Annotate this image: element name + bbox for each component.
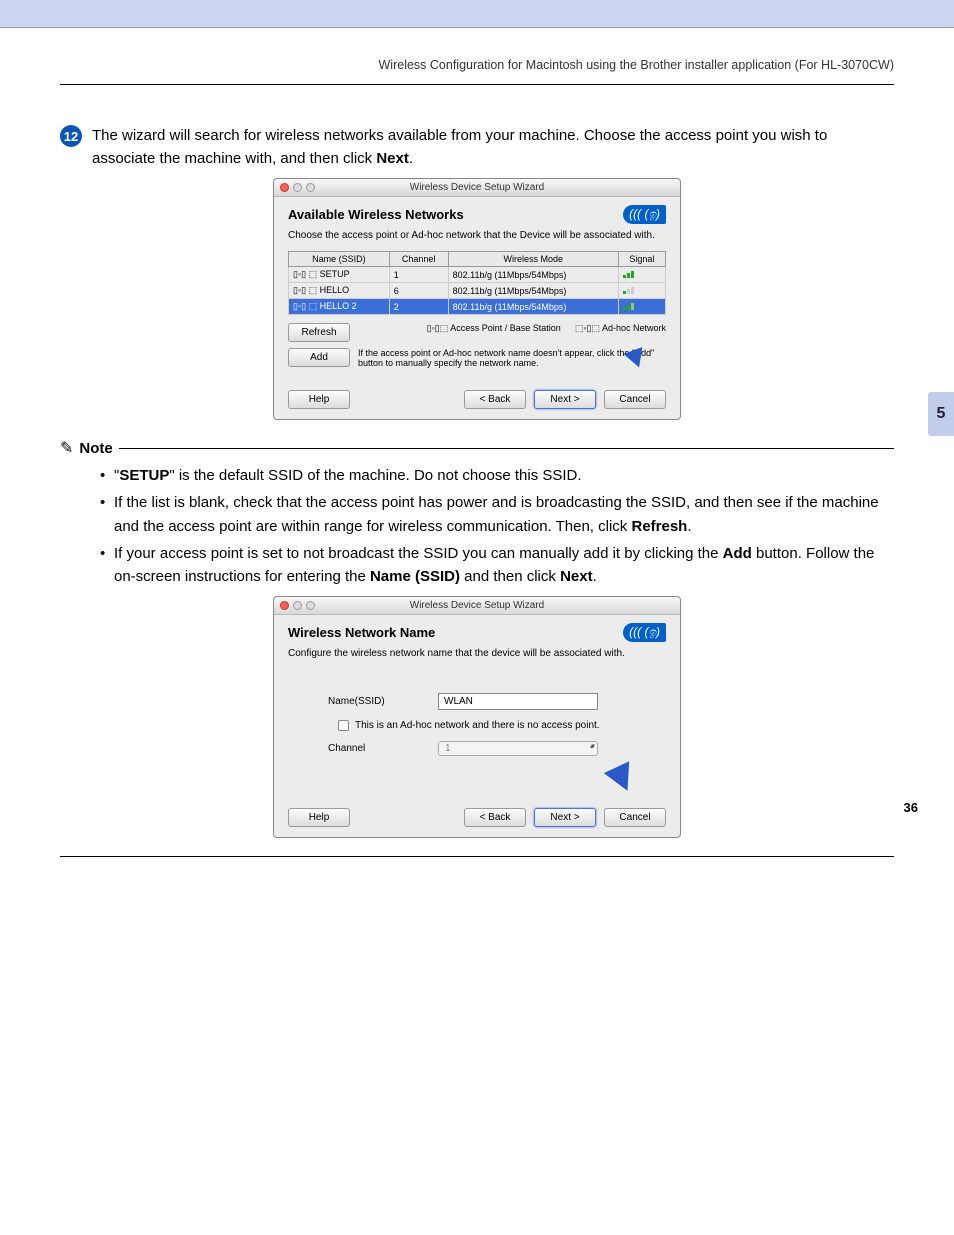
col-ssid: Name (SSID) [289,252,390,267]
next-button[interactable]: Next > [534,808,596,827]
refresh-button[interactable]: Refresh [288,323,350,342]
back-button[interactable]: < Back [464,390,526,409]
wifi-logo-icon: ((( (ඉ) [623,623,666,642]
page-number: 36 [904,800,918,815]
step-text-next: Next [376,150,409,167]
cancel-button[interactable]: Cancel [604,808,666,827]
list-item: If the list is blank, check that the acc… [100,491,894,538]
available-networks-dialog: Wireless Device Setup Wizard Available W… [273,178,681,420]
step-text: The wizard will search for wireless netw… [92,125,894,170]
col-mode: Wireless Mode [448,252,618,267]
channel-select[interactable]: 1 [438,741,598,756]
channel-row: Channel 1 [328,741,666,756]
add-hint: If the access point or Ad-hoc network na… [358,348,666,368]
dialog-subtitle: Choose the access point or Ad-hoc networ… [288,230,666,241]
wifi-logo-icon: ((( (ඉ) [623,205,666,224]
col-signal: Signal [618,252,665,267]
signal-icon [623,286,634,294]
add-button[interactable]: Add [288,348,350,367]
step-12: 12 The wizard will search for wireless n… [60,125,894,170]
dialog-titlebar: Wireless Device Setup Wizard [274,179,680,197]
step-text-pre: The wizard will search for wireless netw… [92,127,827,167]
dialog-subtitle: Configure the wireless network name that… [288,648,666,659]
next-button[interactable]: Next > [534,390,596,409]
table-row[interactable]: ▯◦▯ ⬚ SETUP 1 802.11b/g (11Mbps/54Mbps) [289,267,666,283]
dialog-heading: Wireless Network Name [288,625,435,640]
help-button[interactable]: Help [288,390,350,409]
list-item: "SETUP" is the default SSID of the machi… [100,464,894,487]
network-name-dialog: Wireless Device Setup Wizard Wireless Ne… [273,596,681,838]
page-content: Wireless Configuration for Macintosh usi… [0,28,954,857]
checkbox-icon[interactable] [338,720,349,731]
legend: ▯◦▯⬚ Access Point / Base Station ⬚◦▯⬚ Ad… [427,323,666,334]
note-list: "SETUP" is the default SSID of the machi… [60,464,894,588]
help-button[interactable]: Help [288,808,350,827]
list-item: If your access point is set to not broad… [100,542,894,589]
table-row-selected[interactable]: ▯◦▯ ⬚ HELLO 2 2 802.11b/g (11Mbps/54Mbps… [289,299,666,315]
dialog-titlebar: Wireless Device Setup Wizard [274,597,680,615]
step-number-badge: 12 [60,125,82,147]
note-heading: ✎ Note [60,438,894,458]
table-row[interactable]: ▯◦▯ ⬚ HELLO 6 802.11b/g (11Mbps/54Mbps) [289,283,666,299]
adhoc-checkbox-row[interactable]: This is an Ad-hoc network and there is n… [338,720,666,731]
pencil-icon: ✎ [60,438,73,458]
ssid-row: Name(SSID) [328,693,666,710]
adhoc-label: This is an Ad-hoc network and there is n… [355,720,600,731]
signal-icon [623,270,634,278]
ssid-label: Name(SSID) [328,696,438,707]
note-label: Note [79,440,112,457]
dialog-title: Wireless Device Setup Wizard [274,182,680,193]
dialog-title: Wireless Device Setup Wizard [274,600,680,611]
arrow-icon [604,762,640,797]
channel-label: Channel [328,743,438,754]
top-banner [0,0,954,28]
dialog-heading: Available Wireless Networks [288,207,464,222]
page-header: Wireless Configuration for Macintosh usi… [60,58,894,85]
note-end-rule [60,856,894,857]
ssid-input[interactable] [438,693,598,710]
step-text-post: . [409,150,413,167]
cancel-button[interactable]: Cancel [604,390,666,409]
chapter-tab: 5 [928,392,954,436]
signal-icon [623,302,634,310]
back-button[interactable]: < Back [464,808,526,827]
networks-table[interactable]: Name (SSID) Channel Wireless Mode Signal… [288,251,666,315]
col-channel: Channel [389,252,448,267]
